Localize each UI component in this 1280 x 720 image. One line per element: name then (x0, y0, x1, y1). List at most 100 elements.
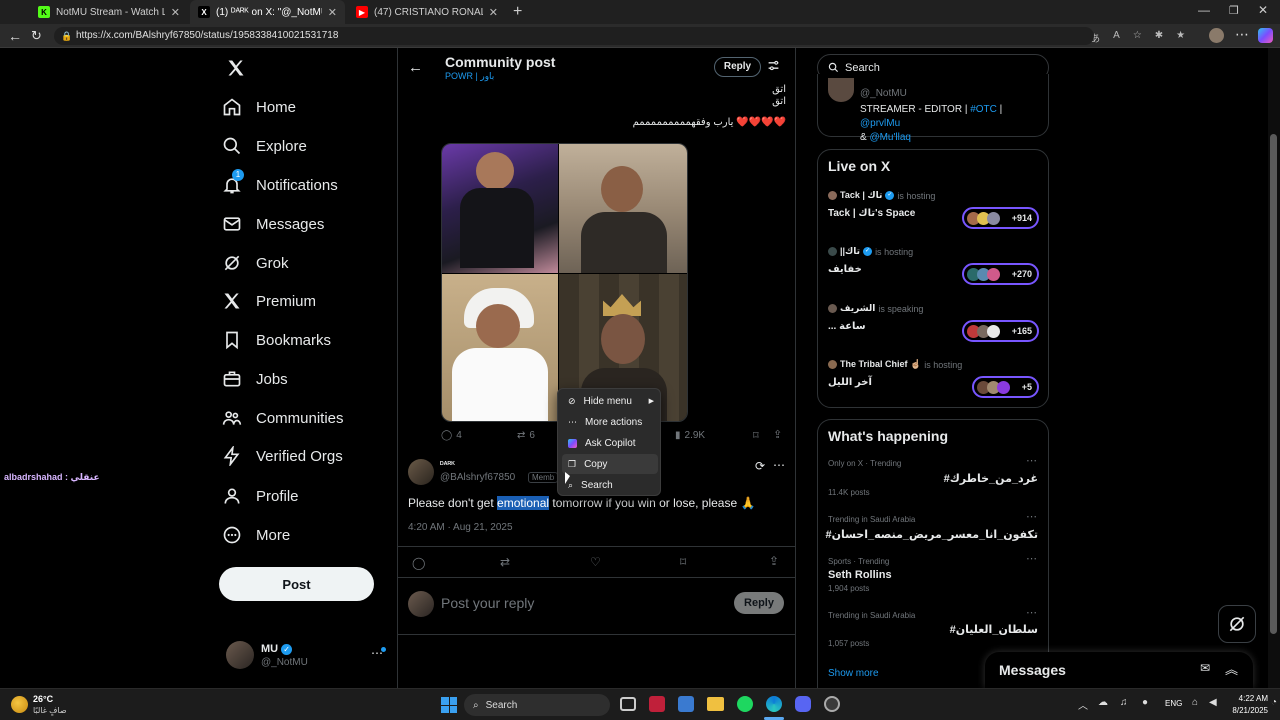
x-logo-icon[interactable] (226, 58, 246, 78)
weather-icon[interactable] (11, 696, 28, 713)
bookmark-icon[interactable]: ⌑ (680, 555, 686, 569)
reply-author-handle[interactable]: @BAlshryf67850 (440, 472, 515, 483)
browser-tab-kick[interactable]: K NotMU Stream - Watch Live on K ✕ (30, 0, 188, 24)
restore-icon[interactable]: ❐ (1229, 4, 1239, 17)
context-copy[interactable]: ❐ Copy (562, 454, 658, 474)
tray-overflow-icon[interactable]: ︿ (1078, 697, 1088, 712)
post-bookmark-icon[interactable]: ⌑ (753, 429, 759, 442)
nav-jobs[interactable]: Jobs (222, 361, 288, 397)
browser-tab-x[interactable]: X (1) ᴰᴬᴿᴷ on X: "@_NotMU Please d ✕ (190, 0, 345, 24)
minimize-icon[interactable]: — (1198, 3, 1210, 17)
trend-more-icon[interactable]: ⋯ (1026, 454, 1037, 467)
discord-icon[interactable] (795, 696, 811, 712)
post-repost-action[interactable]: ⇄ 6 (517, 430, 535, 441)
nav-home[interactable]: Home (222, 89, 296, 125)
like-heart-icon[interactable]: ♡ (590, 555, 601, 569)
weather-desc[interactable]: صافٍ غالبًا (33, 706, 67, 715)
bio-mention[interactable]: @Mu'llaq (869, 132, 911, 143)
app-red-icon[interactable] (649, 696, 665, 712)
grok-floating-button[interactable] (1218, 605, 1256, 643)
refresh-icon[interactable]: ↻ (31, 28, 42, 44)
network-icon[interactable]: ⌂ (1192, 697, 1198, 708)
start-windows-icon[interactable] (441, 697, 457, 713)
live-space-item[interactable]: Tack | تاك ✓ is hosting Tack | تاك's Spa… (828, 190, 1040, 232)
trend-item[interactable]: Only on X · Trending ⋯ #غرد_من_خاطرك 11.… (828, 455, 1040, 503)
weather-temp[interactable]: 26°C (33, 694, 53, 704)
task-view-icon[interactable] (620, 697, 636, 711)
favorite-star-icon[interactable]: ☆ (1133, 30, 1142, 42)
trend-item[interactable]: Trending in Saudi Arabia ⋯ #سلطان_العليا… (828, 607, 1040, 651)
nav-profile[interactable]: Profile (222, 478, 299, 514)
new-message-icon[interactable]: ✉ (1200, 661, 1210, 675)
extensions-icon[interactable]: ✱ (1155, 30, 1163, 42)
bio-mention[interactable]: @prvlMu (860, 118, 900, 129)
reply-icon[interactable]: ◯ (412, 556, 425, 570)
copilot-icon[interactable] (1258, 28, 1273, 43)
notifications-bell-icon[interactable]: ◔ (1271, 697, 1277, 708)
taskbar-search[interactable]: ⌕ Search (464, 694, 610, 716)
account-avatar[interactable] (226, 641, 254, 669)
volume-icon[interactable]: ◀ (1209, 697, 1217, 708)
header-reply-button[interactable]: Reply (714, 57, 761, 77)
post-button[interactable]: Post (219, 567, 374, 601)
tray-app-icon[interactable]: ☁ (1098, 697, 1108, 708)
language-indicator[interactable]: ENG (1165, 699, 1182, 708)
context-hide-menu[interactable]: ⊘ Hide menu ▶ (562, 391, 658, 411)
spotify-icon[interactable] (737, 696, 753, 712)
close-window-icon[interactable]: ✕ (1258, 3, 1268, 17)
trend-more-icon[interactable]: ⋯ (1026, 606, 1037, 619)
back-arrow-icon[interactable]: ← (408, 59, 423, 76)
profile-card-avatar[interactable] (828, 78, 854, 102)
filter-sliders-icon[interactable] (767, 59, 780, 72)
media-photo-1[interactable] (442, 144, 558, 273)
close-tab-icon[interactable]: ✕ (171, 6, 180, 19)
reply-author-avatar[interactable] (408, 459, 434, 485)
headset-icon[interactable]: ♫ (1120, 697, 1128, 708)
nav-communities[interactable]: Communities (222, 400, 344, 436)
media-photo-3[interactable] (442, 274, 558, 421)
app-settings-icon[interactable] (824, 696, 840, 712)
read-aloud-icon[interactable]: A (1113, 30, 1120, 42)
live-space-item[interactable]: ||تاك ✓ is hosting خفايف +270 (828, 246, 1040, 288)
trend-more-icon[interactable]: ⋯ (1026, 552, 1037, 565)
reply-more-icon[interactable]: ⋯ (773, 458, 785, 472)
media-photo-2[interactable] (559, 144, 687, 273)
nav-grok[interactable]: Grok (222, 245, 289, 281)
post-share-icon[interactable]: ⇪ (773, 428, 782, 441)
new-tab-icon[interactable]: + (513, 3, 522, 21)
account-name-row[interactable]: MU ✓ (261, 643, 293, 655)
nav-messages[interactable]: Messages (222, 206, 324, 242)
page-scrollbar[interactable] (1268, 48, 1280, 688)
nav-verified-orgs[interactable]: Verified Orgs (222, 438, 343, 474)
post-views-action[interactable]: ▮ 2.9K (675, 430, 705, 441)
trend-item[interactable]: Sports · Trending ⋯ Seth Rollins 1,904 p… (828, 553, 1040, 597)
store-icon[interactable] (678, 696, 694, 712)
nav-premium[interactable]: Premium (222, 283, 316, 319)
share-icon[interactable]: ⇪ (769, 554, 779, 568)
reply-composer-input[interactable]: Post your reply (441, 595, 534, 611)
context-more-actions[interactable]: ⋯ More actions (562, 412, 658, 432)
close-tab-icon[interactable]: ✕ (328, 6, 337, 19)
microphone-icon[interactable]: ● (1142, 697, 1148, 708)
bio-hashtag[interactable]: #OTC (970, 104, 997, 115)
messages-drawer[interactable]: Messages ✉ ︽ (985, 652, 1253, 688)
show-more-link[interactable]: Show more (828, 668, 879, 679)
browser-profile-avatar[interactable] (1209, 28, 1224, 43)
reply-author-name[interactable]: ᴰᴬᴿᴷ (440, 460, 455, 469)
reply-timestamp[interactable]: 4:20 AM · Aug 21, 2025 (408, 522, 513, 533)
site-info-icon[interactable]: 🔒 (61, 27, 72, 45)
browser-tab-youtube[interactable]: ▶ (47) CRISTIANO RONALDO OVER ✕ (348, 0, 506, 24)
scrollbar-thumb[interactable] (1270, 134, 1277, 634)
nav-explore[interactable]: Explore (222, 128, 307, 164)
file-explorer-icon[interactable] (707, 697, 724, 711)
grok-explain-icon[interactable]: ⟳ (755, 459, 765, 473)
favorites-icon[interactable]: ★ (1176, 30, 1185, 42)
edge-icon[interactable] (766, 696, 782, 712)
live-space-item[interactable]: The Tribal Chief ☝🏼 is hosting آخر الليل… (828, 359, 1040, 401)
community-name[interactable]: POWR | باور (445, 71, 494, 82)
expand-drawer-icon[interactable]: ︽ (1225, 659, 1238, 678)
browser-menu-icon[interactable]: ⋯ (1235, 26, 1249, 43)
context-ask-copilot[interactable]: Ask Copilot (562, 433, 658, 453)
post-reply-action[interactable]: ◯ 4 (441, 430, 462, 441)
nav-bookmarks[interactable]: Bookmarks (222, 322, 331, 358)
